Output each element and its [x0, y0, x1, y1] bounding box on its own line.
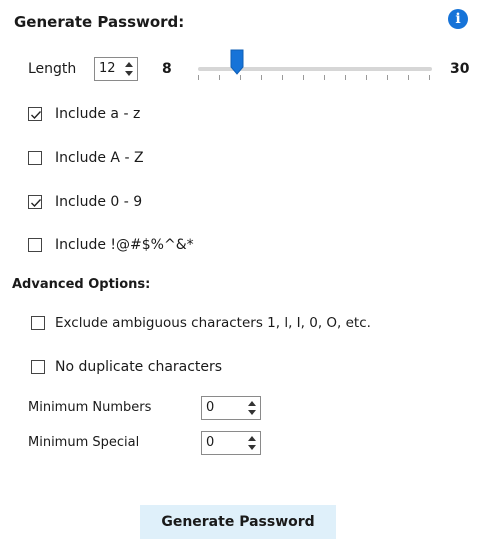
minimum-special-value: 0 — [206, 435, 215, 450]
stepper-down-icon[interactable] — [248, 410, 256, 415]
minimum-numbers-value: 0 — [206, 400, 215, 415]
checkmark-icon — [31, 111, 42, 120]
stepper-up-icon[interactable] — [125, 62, 133, 67]
checkbox-special[interactable] — [28, 238, 42, 252]
advanced-options-heading: Advanced Options: — [12, 277, 151, 292]
slider-tick — [198, 75, 199, 80]
option-label[interactable]: Include a - z — [55, 106, 140, 122]
slider-tick — [408, 75, 409, 80]
checkmark-icon — [31, 199, 42, 208]
page-title: Generate Password: — [14, 13, 185, 31]
minimum-special-stepper[interactable]: 0 — [201, 431, 261, 455]
checkbox-exclude-ambiguous[interactable] — [31, 316, 45, 330]
option-label[interactable]: Include !@#$%^&* — [55, 237, 194, 253]
minimum-special-label: Minimum Special — [28, 435, 140, 450]
stepper-down-icon[interactable] — [125, 71, 133, 76]
slider-tick — [240, 75, 241, 80]
stepper-arrows[interactable] — [246, 399, 258, 417]
option-label[interactable]: Include A - Z — [55, 150, 144, 166]
info-icon[interactable]: i — [448, 9, 468, 29]
stepper-up-icon[interactable] — [248, 401, 256, 406]
slider-max-label: 30 — [450, 61, 470, 77]
stepper-up-icon[interactable] — [248, 436, 256, 441]
checkbox-digits[interactable] — [28, 195, 42, 209]
length-stepper[interactable]: 12 — [94, 57, 138, 81]
option-label[interactable]: Include 0 - 9 — [55, 194, 142, 210]
stepper-arrows[interactable] — [246, 434, 258, 452]
slider-tick — [366, 75, 367, 80]
slider-tick — [387, 75, 388, 80]
slider-tick — [429, 75, 430, 80]
slider-tick — [261, 75, 262, 80]
length-value: 12 — [99, 61, 116, 76]
slider-tick — [324, 75, 325, 80]
checkbox-lowercase[interactable] — [28, 107, 42, 121]
slider-tick — [219, 75, 220, 80]
option-label[interactable]: Exclude ambiguous characters 1, l, I, 0,… — [55, 315, 371, 331]
generate-password-button[interactable]: Generate Password — [140, 505, 336, 539]
slider-tick — [282, 75, 283, 80]
slider-thumb[interactable] — [230, 49, 244, 75]
checkbox-uppercase[interactable] — [28, 151, 42, 165]
minimum-numbers-stepper[interactable]: 0 — [201, 396, 261, 420]
stepper-down-icon[interactable] — [248, 445, 256, 450]
length-stepper-arrows[interactable] — [123, 60, 135, 78]
length-label: Length — [28, 61, 77, 77]
slider-tick — [345, 75, 346, 80]
minimum-numbers-label: Minimum Numbers — [28, 400, 152, 415]
slider-tick — [303, 75, 304, 80]
checkbox-no-duplicates[interactable] — [31, 360, 45, 374]
slider-min-label: 8 — [162, 61, 172, 77]
option-label[interactable]: No duplicate characters — [55, 359, 222, 375]
